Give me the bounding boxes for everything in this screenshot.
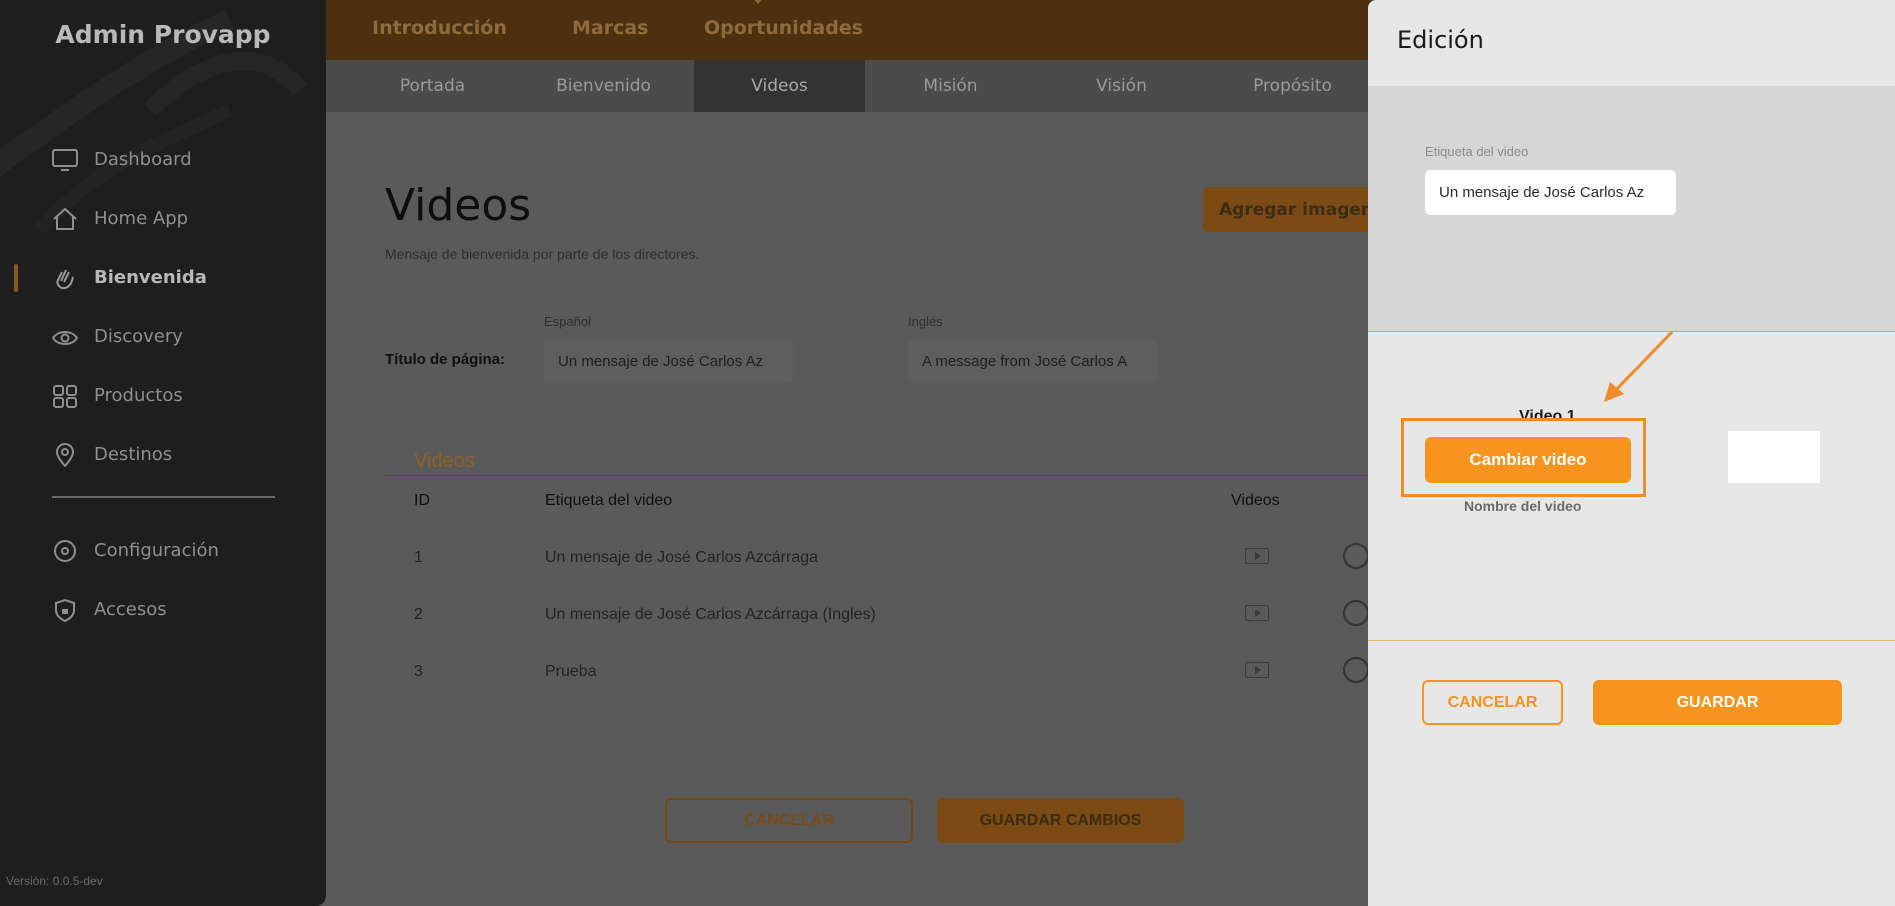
- sidebar-nav: Dashboard Home App Bienvenida Discovery …: [0, 130, 326, 484]
- sidebar: Admin Provapp Dashboard Home App Bienven…: [0, 0, 326, 906]
- drawer-divider: [1368, 640, 1895, 641]
- sidebar-item-dashboard[interactable]: Dashboard: [0, 130, 326, 189]
- section-divider: [385, 475, 1370, 476]
- sidebar-item-label: Bienvenida: [94, 267, 207, 288]
- subtab-vision[interactable]: Visión: [1036, 60, 1207, 112]
- edit-icon[interactable]: [1343, 600, 1369, 626]
- edit-drawer: Edición Etiqueta del video Un mensaje de…: [1368, 0, 1895, 906]
- table-row-label: Un mensaje de José Carlos Azcárraga (Ing…: [545, 606, 876, 623]
- sidebar-item-label: Productos: [94, 385, 183, 406]
- subtab-portada[interactable]: Portada: [347, 60, 518, 112]
- page-title-field-label: Título de página:: [385, 351, 505, 368]
- play-video-icon[interactable]: [1245, 548, 1269, 564]
- play-video-icon[interactable]: [1245, 605, 1269, 621]
- monitor-icon: [52, 147, 78, 173]
- sidebar-item-discovery[interactable]: Discovery: [0, 307, 326, 366]
- sidebar-item-label: Dashboard: [94, 149, 192, 170]
- eye-icon: [52, 324, 78, 350]
- table-row-id: 1: [414, 549, 423, 566]
- video-label-field-label: Etiqueta del video: [1425, 144, 1529, 159]
- edit-icon[interactable]: [1343, 657, 1369, 683]
- column-header-videos: Videos: [1231, 492, 1280, 509]
- video-name-label: Nombre del video: [1464, 498, 1582, 514]
- sidebar-item-destinos[interactable]: Destinos: [0, 425, 326, 484]
- video-label-input[interactable]: Un mensaje de José Carlos Az: [1425, 170, 1676, 215]
- drawer-title: Edición: [1397, 26, 1484, 54]
- sidebar-item-bienvenida[interactable]: Bienvenida: [0, 248, 326, 307]
- home-icon: [52, 206, 78, 232]
- column-header-label: Etiqueta del video: [545, 492, 673, 509]
- location-pin-icon: [52, 442, 78, 468]
- save-changes-button[interactable]: GUARDAR CAMBIOS: [937, 798, 1184, 843]
- annotation-arrow-icon: [1604, 330, 1674, 402]
- shield-icon: [52, 597, 78, 623]
- sidebar-divider: [52, 496, 275, 498]
- play-video-icon[interactable]: [1245, 662, 1269, 678]
- english-label: Inglés: [908, 314, 943, 329]
- sidebar-item-label: Destinos: [94, 444, 173, 465]
- page-title: Videos: [385, 180, 532, 231]
- sidebar-item-configuracion[interactable]: Configuración: [0, 521, 326, 580]
- drawer-cancel-button[interactable]: CANCELAR: [1422, 680, 1563, 725]
- sidebar-item-accesos[interactable]: Accesos: [0, 580, 326, 639]
- change-video-button[interactable]: Cambiar video: [1425, 437, 1631, 483]
- tab-oportunidades[interactable]: Oportunidades: [704, 17, 863, 39]
- videos-section-title: Videos: [414, 450, 475, 472]
- drawer-form-section: Etiqueta del video Un mensaje de José Ca…: [1368, 86, 1895, 332]
- sidebar-item-label: Home App: [94, 208, 189, 229]
- table-row-label: Prueba: [545, 663, 597, 680]
- sidebar-item-label: Accesos: [94, 599, 167, 620]
- spanish-title-input[interactable]: Un mensaje de José Carlos Az: [544, 340, 793, 383]
- brand-title: Admin Provapp: [55, 20, 271, 49]
- cancel-button[interactable]: CANCELAR: [665, 798, 913, 843]
- version-label: Versión: 0.0.5-dev: [6, 874, 103, 888]
- table-row-id: 3: [414, 663, 423, 680]
- grid-icon: [52, 383, 78, 409]
- sidebar-item-productos[interactable]: Productos: [0, 366, 326, 425]
- settings-icon: [52, 538, 78, 564]
- tab-marcas[interactable]: Marcas: [572, 17, 649, 39]
- subtab-proposito[interactable]: Propósito: [1207, 60, 1378, 112]
- edit-icon[interactable]: [1343, 543, 1369, 569]
- spanish-label: Español: [544, 314, 591, 329]
- sidebar-item-label: Configuración: [94, 540, 219, 561]
- subtab-mision[interactable]: Misión: [865, 60, 1036, 112]
- sidebar-item-label: Discovery: [94, 326, 183, 347]
- active-tab-caret: [753, 0, 763, 4]
- table-row-label: Un mensaje de José Carlos Azcárraga: [545, 549, 819, 566]
- subtab-bienvenido[interactable]: Bienvenido: [518, 60, 689, 112]
- sidebar-item-home-app[interactable]: Home App: [0, 189, 326, 248]
- subtab-videos[interactable]: Videos: [694, 60, 865, 112]
- wave-hand-icon: [52, 265, 78, 291]
- video-thumbnail: [1728, 431, 1820, 483]
- drawer-save-button[interactable]: GUARDAR: [1593, 680, 1842, 725]
- sidebar-nav-secondary: Configuración Accesos: [0, 521, 326, 639]
- tab-introduccion[interactable]: Introducción: [372, 17, 507, 39]
- add-image-button[interactable]: Agregar imagen: [1203, 187, 1383, 232]
- column-header-id: ID: [414, 492, 430, 509]
- page-subtitle: Mensaje de bienvenida por parte de los d…: [385, 246, 700, 262]
- table-row-id: 2: [414, 606, 423, 623]
- english-title-input[interactable]: A message from José Carlos A: [908, 340, 1157, 383]
